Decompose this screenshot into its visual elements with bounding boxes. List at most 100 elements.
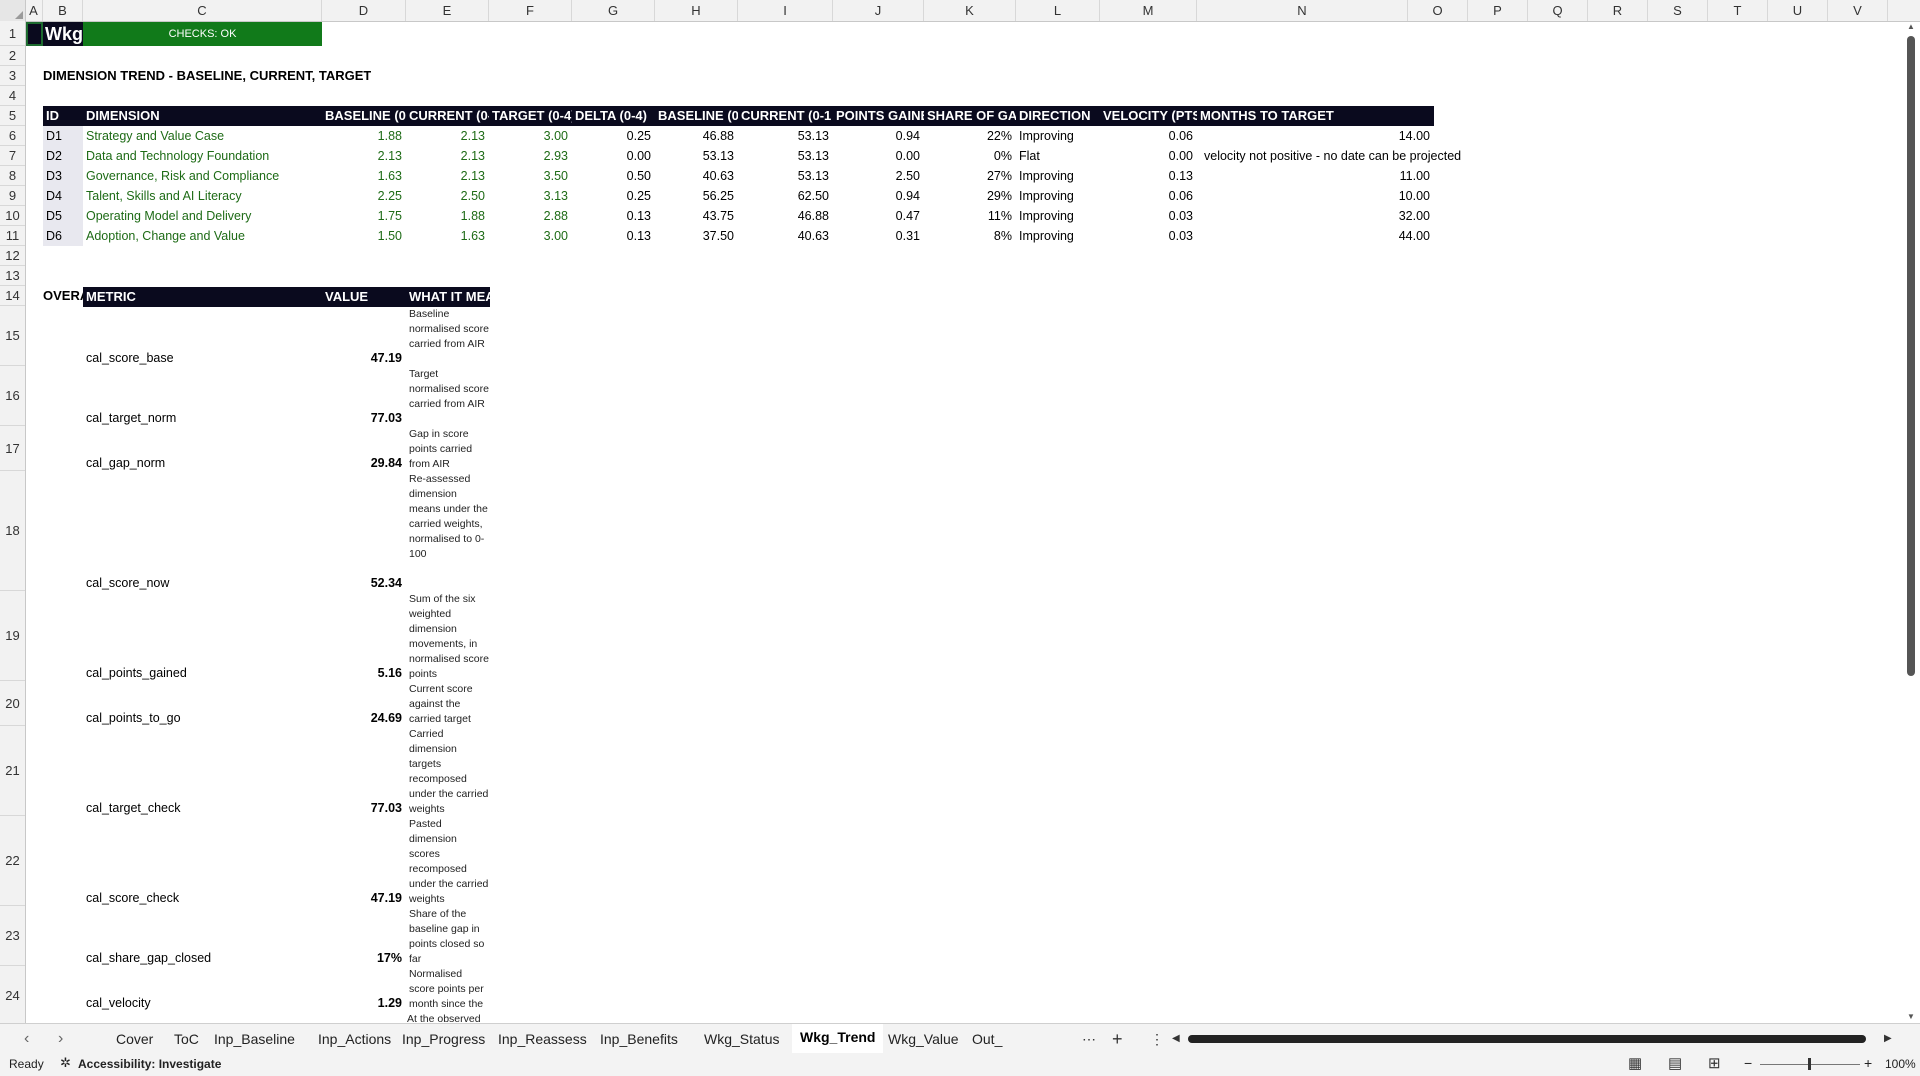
cell-delta[interactable]: 0.50 bbox=[572, 166, 655, 186]
sheet-tab-out-[interactable]: Out_ bbox=[964, 1024, 1010, 1054]
cell-current[interactable]: 2.13 bbox=[406, 166, 489, 186]
metric-description[interactable]: Sum of the six weighted dimension moveme… bbox=[407, 592, 490, 682]
hscroll-left-icon[interactable]: ◀ bbox=[1172, 1024, 1180, 1054]
cell-id[interactable]: D2 bbox=[43, 146, 83, 166]
scroll-down-icon[interactable]: ▼ bbox=[1906, 1012, 1916, 1022]
row-header[interactable]: 20 bbox=[0, 681, 25, 726]
metric-description[interactable]: Gap in score points carried from AIR bbox=[407, 427, 490, 472]
accessibility-status[interactable]: Accessibility: Investigate bbox=[78, 1057, 221, 1071]
header-velocity[interactable]: VELOCITY (PTS bbox=[1100, 106, 1197, 126]
cell-dimension[interactable]: Operating Model and Delivery bbox=[83, 206, 322, 226]
cell-dimension[interactable]: Governance, Risk and Compliance bbox=[83, 166, 322, 186]
cell-current-norm[interactable]: 53.13 bbox=[738, 146, 833, 166]
column-header[interactable]: H bbox=[655, 0, 738, 21]
row-header[interactable]: 4 bbox=[0, 86, 25, 106]
cell-current-norm[interactable]: 53.13 bbox=[738, 166, 833, 186]
cell-target[interactable]: 3.13 bbox=[489, 186, 572, 206]
page-break-view-icon[interactable]: ⊞ bbox=[1708, 1054, 1721, 1072]
metric-value[interactable]: 52.34 bbox=[322, 472, 406, 592]
header-what-it-means[interactable]: WHAT IT MEA bbox=[406, 287, 490, 307]
active-cell-a1[interactable] bbox=[26, 22, 43, 46]
cell-velocity[interactable]: 0.13 bbox=[1100, 166, 1197, 186]
cell-baseline[interactable]: 2.13 bbox=[322, 146, 406, 166]
cell-velocity[interactable]: 0.06 bbox=[1100, 186, 1197, 206]
cell-points-gained[interactable]: 2.50 bbox=[833, 166, 924, 186]
metric-name[interactable]: cal_score_now bbox=[86, 472, 322, 592]
cell-current[interactable]: 2.13 bbox=[406, 126, 489, 146]
metric-name[interactable]: cal_score_base bbox=[86, 307, 322, 367]
cell-points-gained[interactable]: 0.94 bbox=[833, 126, 924, 146]
row-header[interactable]: 12 bbox=[0, 246, 25, 266]
row-header[interactable]: 15 bbox=[0, 306, 25, 366]
header-baseline-norm[interactable]: BASELINE (0-1 bbox=[655, 106, 738, 126]
header-current-norm[interactable]: CURRENT (0-1 bbox=[738, 106, 833, 126]
cell-baseline-norm[interactable]: 37.50 bbox=[655, 226, 738, 246]
metric-value[interactable]: 47.19 bbox=[322, 817, 406, 907]
cell-months-to-target[interactable]: 14.00 bbox=[1197, 126, 1434, 146]
metric-value[interactable]: 1.29 bbox=[322, 967, 406, 1012]
cell-current-norm[interactable]: 53.13 bbox=[738, 126, 833, 146]
cell-share-of-gap[interactable]: 11% bbox=[924, 206, 1016, 226]
row-header[interactable]: 24 bbox=[0, 966, 25, 1023]
cell-direction[interactable]: Improving bbox=[1016, 186, 1100, 206]
column-header[interactable]: K bbox=[924, 0, 1016, 21]
row-header[interactable]: 9 bbox=[0, 186, 25, 206]
column-header[interactable]: T bbox=[1708, 0, 1768, 21]
tab-scroll-right-icon[interactable]: › bbox=[58, 1024, 63, 1054]
column-header[interactable]: B bbox=[43, 0, 83, 21]
metric-name[interactable]: cal_target_check bbox=[86, 727, 322, 817]
cell-id[interactable]: D5 bbox=[43, 206, 83, 226]
overflow-cell-text[interactable]: At the observed bbox=[407, 1012, 490, 1023]
cell-current[interactable]: 2.13 bbox=[406, 146, 489, 166]
metric-value[interactable]: 5.16 bbox=[322, 592, 406, 682]
zoom-in-button[interactable]: + bbox=[1864, 1055, 1872, 1071]
metric-value[interactable]: 29.84 bbox=[322, 427, 406, 472]
row-header[interactable]: 6 bbox=[0, 126, 25, 146]
metric-name[interactable]: cal_target_norm bbox=[86, 367, 322, 427]
cell-id[interactable]: D1 bbox=[43, 126, 83, 146]
row-header[interactable]: 22 bbox=[0, 816, 25, 906]
column-header[interactable]: F bbox=[489, 0, 572, 21]
cell-baseline[interactable]: 2.25 bbox=[322, 186, 406, 206]
cell-baseline[interactable]: 1.63 bbox=[322, 166, 406, 186]
column-header[interactable]: U bbox=[1768, 0, 1828, 21]
header-id[interactable]: ID bbox=[43, 106, 83, 126]
page-layout-view-icon[interactable]: ▤ bbox=[1668, 1054, 1682, 1072]
cell-baseline[interactable]: 1.50 bbox=[322, 226, 406, 246]
row-header[interactable]: 21 bbox=[0, 726, 25, 816]
zoom-level[interactable]: 100% bbox=[1885, 1057, 1916, 1071]
column-header[interactable]: C bbox=[83, 0, 322, 21]
checks-status-cell[interactable]: CHECKS: OK bbox=[83, 22, 322, 46]
cell-dimension[interactable]: Strategy and Value Case bbox=[83, 126, 322, 146]
metric-name[interactable]: cal_gap_norm bbox=[86, 427, 322, 472]
row-header[interactable]: 3 bbox=[0, 66, 25, 86]
cell-baseline-norm[interactable]: 53.13 bbox=[655, 146, 738, 166]
cell-baseline-norm[interactable]: 43.75 bbox=[655, 206, 738, 226]
column-header[interactable]: G bbox=[572, 0, 655, 21]
zoom-out-button[interactable]: − bbox=[1744, 1055, 1752, 1071]
cell-points-gained[interactable]: 0.94 bbox=[833, 186, 924, 206]
metric-value[interactable]: 77.03 bbox=[322, 367, 406, 427]
sheet-options-icon[interactable]: ⋮ bbox=[1150, 1024, 1164, 1054]
metric-name[interactable]: cal_velocity bbox=[86, 967, 322, 1012]
more-tabs-icon[interactable]: ⋯ bbox=[1082, 1024, 1096, 1054]
row-header[interactable]: 13 bbox=[0, 266, 25, 286]
row-header[interactable]: 7 bbox=[0, 146, 25, 166]
sheet-tab-inp-progress[interactable]: Inp_Progress bbox=[394, 1024, 493, 1054]
column-header[interactable]: O bbox=[1408, 0, 1468, 21]
sheet-tab-wkg-value[interactable]: Wkg_Value bbox=[880, 1024, 967, 1054]
cell-share-of-gap[interactable]: 0% bbox=[924, 146, 1016, 166]
cell-current-norm[interactable]: 40.63 bbox=[738, 226, 833, 246]
cell-direction[interactable]: Flat bbox=[1016, 146, 1100, 166]
cell-delta[interactable]: 0.25 bbox=[572, 186, 655, 206]
cell-target[interactable]: 3.50 bbox=[489, 166, 572, 186]
column-header[interactable]: P bbox=[1468, 0, 1528, 21]
normal-view-icon[interactable]: ▦ bbox=[1628, 1054, 1642, 1072]
metric-name[interactable]: cal_points_gained bbox=[86, 592, 322, 682]
metric-name[interactable]: cal_score_check bbox=[86, 817, 322, 907]
cell-direction[interactable]: Improving bbox=[1016, 166, 1100, 186]
add-sheet-button[interactable]: + bbox=[1112, 1024, 1123, 1054]
cell-baseline-norm[interactable]: 46.88 bbox=[655, 126, 738, 146]
column-header[interactable]: Q bbox=[1528, 0, 1588, 21]
cell-points-gained[interactable]: 0.00 bbox=[833, 146, 924, 166]
